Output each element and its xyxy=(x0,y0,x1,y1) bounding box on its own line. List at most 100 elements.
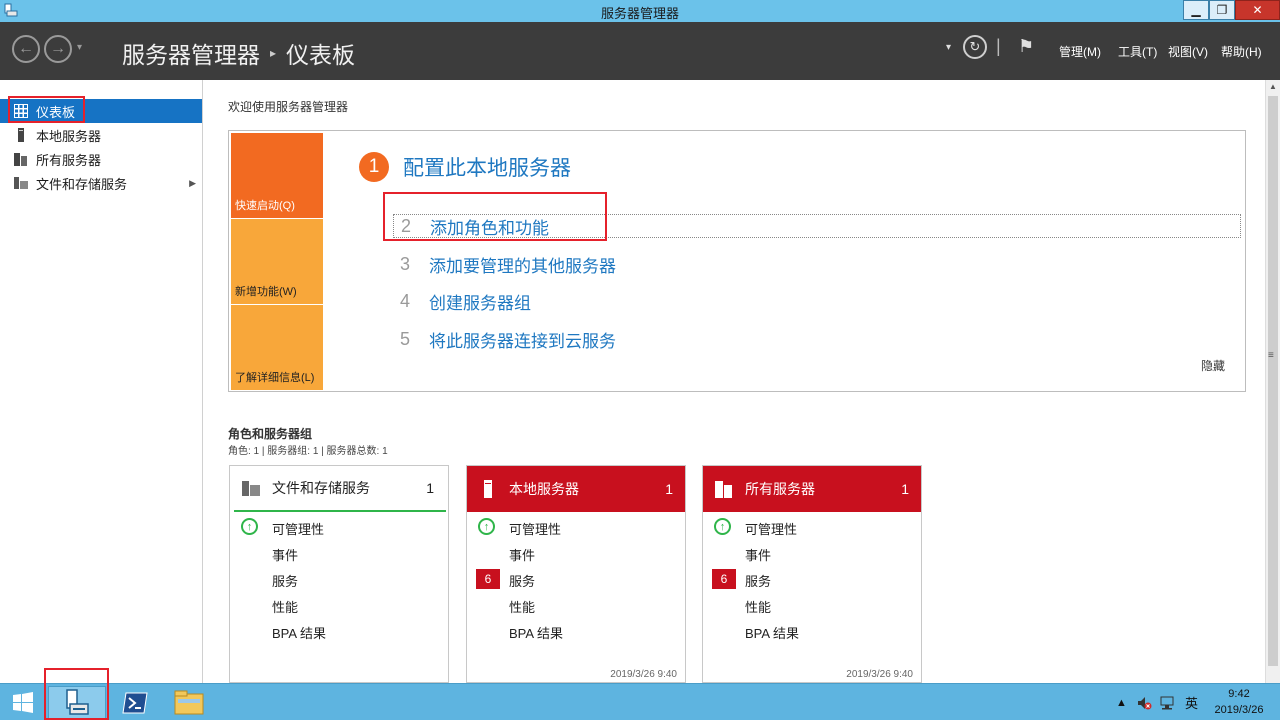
taskbar-file-explorer[interactable] xyxy=(164,686,214,719)
card-header[interactable]: 所有服务器 1 xyxy=(703,466,921,512)
hide-link[interactable]: 隐藏 xyxy=(1201,357,1225,374)
menu-view[interactable]: 视图(V) xyxy=(1168,43,1208,60)
storage-icon xyxy=(14,177,28,189)
card-count: 1 xyxy=(901,481,909,497)
sidebar-item-file-storage[interactable]: 文件和存储服务 ▶ xyxy=(0,171,202,195)
step-number: 5 xyxy=(399,328,410,349)
row-performance[interactable]: 性能 xyxy=(745,597,771,616)
dashboard-icon xyxy=(14,104,28,118)
sidebar-item-dashboard[interactable]: 仪表板 xyxy=(0,99,202,123)
step-add-other-servers[interactable]: 3 添加要管理的其他服务器 xyxy=(393,252,616,276)
card-header[interactable]: 本地服务器 1 xyxy=(467,466,685,512)
windows-logo-icon xyxy=(13,691,33,713)
minimize-button[interactable]: ▁ xyxy=(1183,0,1209,20)
close-button[interactable]: ✕ xyxy=(1235,0,1280,20)
role-card-file-storage[interactable]: 文件和存储服务 1 ↑ 可管理性 事件 服务 性能 BPA 结果 xyxy=(229,465,449,683)
row-manageability[interactable]: 可管理性 xyxy=(509,519,561,538)
step-configure-local-server[interactable]: 1 配置此本地服务器 xyxy=(359,152,571,182)
step-create-server-group[interactable]: 4 创建服务器组 xyxy=(393,289,531,313)
servers-icon xyxy=(14,153,27,166)
scroll-up-icon[interactable]: ▲ xyxy=(1269,82,1277,91)
tray-volume-muted-icon[interactable] xyxy=(1136,684,1152,721)
taskbar-clock[interactable]: 9:42 2019/3/26 xyxy=(1205,686,1273,718)
header-divider: | xyxy=(996,36,1001,56)
tile-quick-start[interactable]: 快速启动(Q) xyxy=(231,133,323,218)
sidebar-item-local-server[interactable]: 本地服务器 xyxy=(0,123,202,147)
arrow-left-icon: ← xyxy=(18,40,34,57)
sidebar-item-label: 文件和存储服务 xyxy=(36,176,128,192)
sidebar: 仪表板 本地服务器 所有服务器 文件和存储服务 ▶ xyxy=(0,80,203,683)
header-dropdown-icon[interactable]: ▾ xyxy=(946,42,951,53)
breadcrumb-current: 仪表板 xyxy=(286,42,356,68)
tray-show-hidden-icon[interactable]: ▲ xyxy=(1116,684,1127,721)
row-manageability[interactable]: 可管理性 xyxy=(745,519,797,538)
step-label: 创建服务器组 xyxy=(429,293,531,313)
row-events[interactable]: 事件 xyxy=(272,545,298,564)
back-button[interactable]: ← xyxy=(12,35,40,63)
card-count: 1 xyxy=(665,481,673,497)
row-bpa[interactable]: BPA 结果 xyxy=(509,623,563,642)
main-content: 欢迎使用服务器管理器 快速启动(Q) 新增功能(W) 了解详细信息(L) 1 配… xyxy=(204,80,1264,683)
menu-manage[interactable]: 管理(M) xyxy=(1059,43,1101,60)
step-number-badge: 1 xyxy=(359,152,389,182)
taskbar-powershell[interactable] xyxy=(110,686,160,719)
clock-time: 9:42 xyxy=(1228,688,1250,700)
services-alert-badge: 6 xyxy=(476,569,500,589)
arrow-right-icon: → xyxy=(50,40,66,57)
tray-network-icon[interactable] xyxy=(1159,684,1175,721)
notifications-flag-icon[interactable]: ⚑ xyxy=(1018,36,1034,57)
card-title: 所有服务器 xyxy=(745,481,815,497)
refresh-button[interactable]: ↻ xyxy=(963,35,987,59)
scroll-thumb[interactable] xyxy=(1268,96,1278,666)
step-label: 添加要管理的其他服务器 xyxy=(429,256,616,276)
app-header: ← → ▾ 服务器管理器 ▸ 仪表板 ▾ ↻ | ⚑ 管理(M) 工具(T) 视… xyxy=(0,22,1280,80)
row-services[interactable]: 服务 xyxy=(745,571,771,590)
vertical-scrollbar[interactable]: ▲ ≡ xyxy=(1265,80,1280,683)
roles-section-title: 角色和服务器组 xyxy=(228,427,313,441)
expand-arrow-icon[interactable]: ▶ xyxy=(189,178,196,189)
card-count: 1 xyxy=(426,480,434,496)
maximize-button[interactable]: ❐ xyxy=(1209,0,1235,20)
row-bpa[interactable]: BPA 结果 xyxy=(745,623,799,642)
row-events[interactable]: 事件 xyxy=(745,545,771,564)
card-header[interactable]: 文件和存储服务 1 xyxy=(234,466,446,512)
volume-icon xyxy=(1138,696,1152,709)
history-dropdown-icon[interactable]: ▾ xyxy=(77,42,82,53)
row-services[interactable]: 服务 xyxy=(272,571,298,590)
status-ok-icon: ↑ xyxy=(478,518,495,535)
welcome-heading: 欢迎使用服务器管理器 xyxy=(228,100,349,114)
row-events[interactable]: 事件 xyxy=(509,545,535,564)
start-button[interactable] xyxy=(4,686,42,719)
sidebar-item-label: 仪表板 xyxy=(36,104,76,120)
taskbar-server-manager[interactable] xyxy=(48,686,106,719)
role-card-local-server[interactable]: 本地服务器 1 ↑ 可管理性 事件 6 服务 性能 BPA 结果 2019/3/… xyxy=(466,465,686,683)
step-connect-cloud[interactable]: 5 将此服务器连接到云服务 xyxy=(393,327,616,351)
row-performance[interactable]: 性能 xyxy=(509,597,535,616)
folder-icon xyxy=(174,690,204,714)
step-label: 将此服务器连接到云服务 xyxy=(429,331,616,351)
tile-whats-new[interactable]: 新增功能(W) xyxy=(231,219,323,304)
menu-tools[interactable]: 工具(T) xyxy=(1118,43,1157,60)
server-icon xyxy=(18,128,24,142)
powershell-icon xyxy=(122,692,148,713)
card-title: 文件和存储服务 xyxy=(272,480,370,496)
services-alert-badge: 6 xyxy=(712,569,736,589)
tray-ime-indicator[interactable]: 英 xyxy=(1185,684,1198,721)
sidebar-item-all-servers[interactable]: 所有服务器 xyxy=(0,147,202,171)
role-card-all-servers[interactable]: 所有服务器 1 ↑ 可管理性 事件 6 服务 性能 BPA 结果 2019/3/… xyxy=(702,465,922,683)
row-bpa[interactable]: BPA 结果 xyxy=(272,623,326,642)
row-manageability[interactable]: 可管理性 xyxy=(272,519,324,538)
menu-help[interactable]: 帮助(H) xyxy=(1221,43,1262,60)
row-services[interactable]: 服务 xyxy=(509,571,535,590)
tile-learn-more[interactable]: 了解详细信息(L) xyxy=(231,305,323,390)
forward-button[interactable]: → xyxy=(44,35,72,63)
quick-start-panel: 快速启动(Q) 新增功能(W) 了解详细信息(L) 1 配置此本地服务器 2 添… xyxy=(228,130,1246,392)
sidebar-item-label: 所有服务器 xyxy=(36,152,102,168)
servers-icon xyxy=(715,481,732,498)
row-performance[interactable]: 性能 xyxy=(272,597,298,616)
server-icon xyxy=(484,480,492,498)
scroll-grip-icon: ≡ xyxy=(1268,350,1274,361)
step-number: 3 xyxy=(399,253,410,274)
step-add-roles-features[interactable]: 2 添加角色和功能 xyxy=(393,214,1241,238)
breadcrumb-root[interactable]: 服务器管理器 xyxy=(122,36,260,70)
